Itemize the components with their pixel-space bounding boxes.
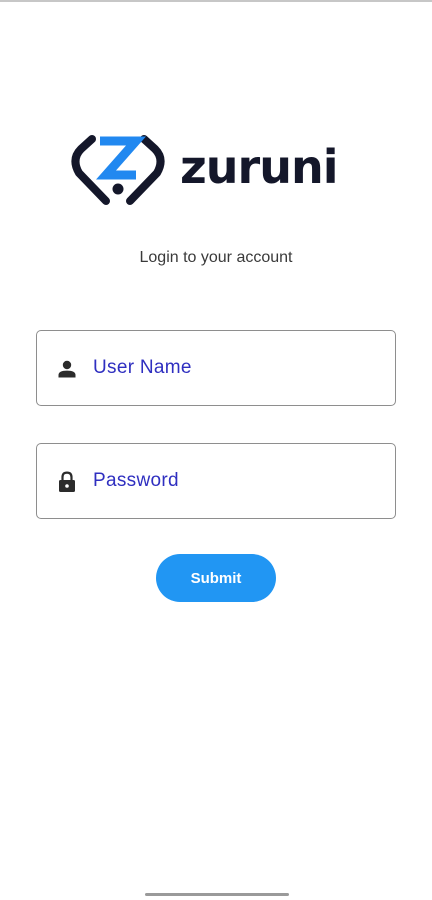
password-field[interactable] — [36, 443, 396, 519]
submit-button[interactable]: Submit — [156, 554, 276, 602]
login-subtitle: Login to your account — [139, 249, 293, 266]
status-divider — [0, 0, 432, 2]
person-icon — [58, 360, 76, 378]
brand-name: zuruni — [180, 140, 338, 194]
username-field[interactable] — [36, 330, 396, 406]
zuruni-logo-mark-icon — [71, 135, 165, 205]
lock-icon — [59, 471, 75, 492]
home-indicator[interactable] — [145, 893, 289, 896]
brand-logo: zuruni — [70, 131, 370, 207]
username-input[interactable] — [93, 331, 383, 405]
password-input[interactable] — [93, 444, 383, 518]
